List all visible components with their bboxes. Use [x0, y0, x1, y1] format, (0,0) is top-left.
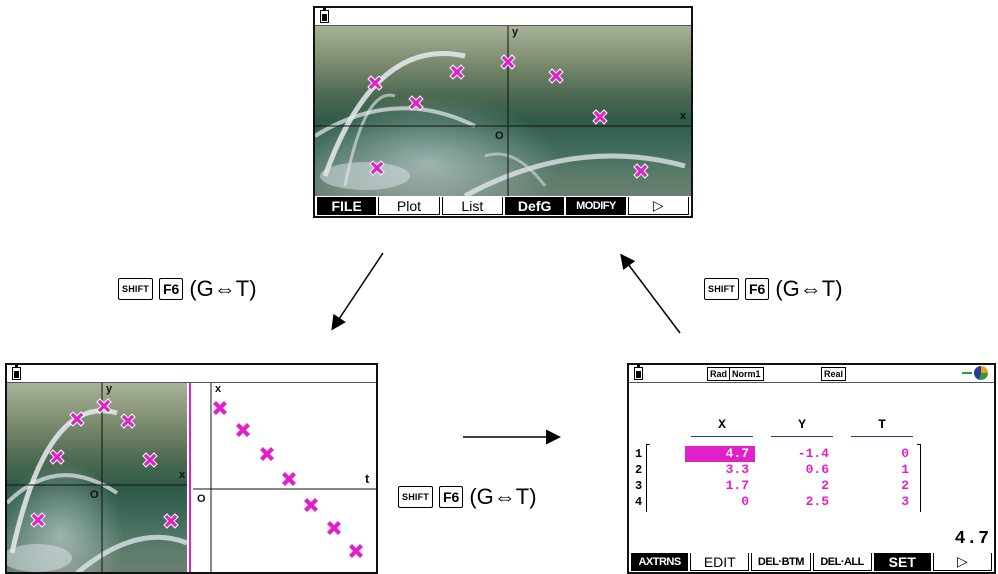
toggle-label: (G⇔T)	[469, 484, 537, 509]
f6-key[interactable]: F6	[439, 486, 464, 508]
shift-key[interactable]: SHIFT	[118, 278, 153, 300]
key-sequence-left: SHIFT F6 (G⇔T)	[118, 276, 257, 302]
f6-key[interactable]: F6	[745, 278, 770, 300]
arrow-top-to-bottom-left	[331, 252, 384, 331]
key-sequence-right: SHIFT F6 (G⇔T)	[704, 276, 843, 302]
key-sequence-middle: SHIFT F6 (G⇔T)	[398, 484, 537, 510]
toggle-label: (G⇔T)	[775, 276, 843, 301]
f6-key[interactable]: F6	[159, 278, 184, 300]
toggle-label: (G⇔T)	[189, 276, 257, 301]
arrow-bottom-right-to-top	[620, 253, 681, 334]
shift-key[interactable]: SHIFT	[398, 486, 433, 508]
shift-key[interactable]: SHIFT	[704, 278, 739, 300]
